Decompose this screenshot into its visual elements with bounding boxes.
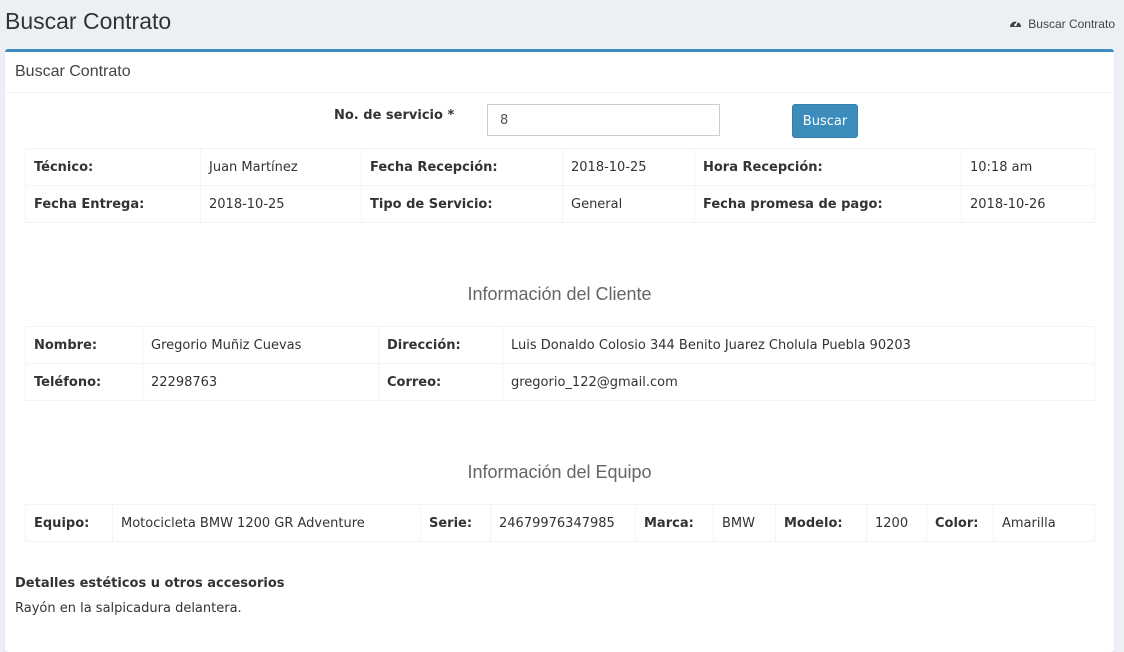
- nombre-value: Gregorio Muñiz Cuevas: [142, 326, 379, 364]
- details-text: Rayón en la salpicadura delantera.: [15, 601, 242, 616]
- table-row: Técnico: Juan Martínez Fecha Recepción: …: [25, 148, 1095, 186]
- table-row: Nombre: Gregorio Muñiz Cuevas Dirección:…: [25, 326, 1095, 364]
- equipment-section-title: Información del Equipo: [467, 462, 652, 482]
- modelo-value: 1200: [866, 504, 927, 542]
- fecha-entrega-label: Fecha Entrega:: [25, 185, 201, 223]
- table-row: Equipo: Motocicleta BMW 1200 GR Adventur…: [25, 504, 1095, 542]
- box-header: Buscar Contrato: [5, 52, 1114, 93]
- color-label: Color:: [926, 504, 994, 542]
- service-info-table: Técnico: Juan Martínez Fecha Recepción: …: [25, 148, 1095, 223]
- details-title: Detalles estéticos u otros accesorios: [15, 576, 285, 591]
- fecha-promesa-value: 2018-10-26: [961, 185, 1095, 223]
- fecha-entrega-value: 2018-10-25: [200, 185, 362, 223]
- tecnico-label: Técnico:: [25, 148, 201, 186]
- marca-label: Marca:: [635, 504, 714, 542]
- direccion-value: Luis Donaldo Colosio 344 Benito Juarez C…: [502, 326, 1095, 364]
- direccion-label: Dirección:: [378, 326, 503, 364]
- correo-value: gregorio_122@gmail.com: [502, 363, 1095, 401]
- fecha-recepcion-label: Fecha Recepción:: [361, 148, 563, 186]
- table-row: Fecha Entrega: 2018-10-25 Tipo de Servic…: [25, 185, 1095, 223]
- page-title: Buscar Contrato: [5, 8, 172, 34]
- service-number-input[interactable]: [487, 104, 720, 136]
- hora-recepcion-value: 10:18 am: [961, 148, 1095, 186]
- telefono-value: 22298763: [142, 363, 379, 401]
- modelo-label: Modelo:: [775, 504, 867, 542]
- serie-label: Serie:: [420, 504, 491, 542]
- hora-recepcion-label: Hora Recepción:: [694, 148, 962, 186]
- client-info-table: Nombre: Gregorio Muñiz Cuevas Dirección:…: [25, 326, 1095, 401]
- breadcrumb-label[interactable]: Buscar Contrato: [1028, 17, 1115, 31]
- tecnico-value: Juan Martínez: [200, 148, 362, 186]
- marca-value: BMW: [713, 504, 776, 542]
- equipo-label: Equipo:: [25, 504, 113, 542]
- fecha-recepcion-value: 2018-10-25: [562, 148, 695, 186]
- search-button[interactable]: Buscar: [792, 104, 858, 138]
- tipo-servicio-label: Tipo de Servicio:: [361, 185, 563, 223]
- telefono-label: Teléfono:: [25, 363, 143, 401]
- serie-value: 24679976347985: [490, 504, 636, 542]
- client-section-title: Información del Cliente: [467, 284, 652, 304]
- fecha-promesa-label: Fecha promesa de pago:: [694, 185, 962, 223]
- search-contract-box: Buscar Contrato No. de servicio * Buscar…: [5, 49, 1114, 652]
- equipo-value: Motocicleta BMW 1200 GR Adventure: [112, 504, 421, 542]
- tipo-servicio-value: General: [562, 185, 695, 223]
- equipment-info-table: Equipo: Motocicleta BMW 1200 GR Adventur…: [25, 504, 1095, 542]
- correo-label: Correo:: [378, 363, 503, 401]
- nombre-label: Nombre:: [25, 326, 143, 364]
- breadcrumb[interactable]: Buscar Contrato: [1009, 17, 1115, 31]
- box-title: Buscar Contrato: [15, 63, 131, 80]
- color-value: Amarilla: [993, 504, 1095, 542]
- service-number-label: No. de servicio *: [334, 108, 455, 123]
- dashboard-icon: [1009, 17, 1022, 31]
- table-row: Teléfono: 22298763 Correo: gregorio_122@…: [25, 363, 1095, 401]
